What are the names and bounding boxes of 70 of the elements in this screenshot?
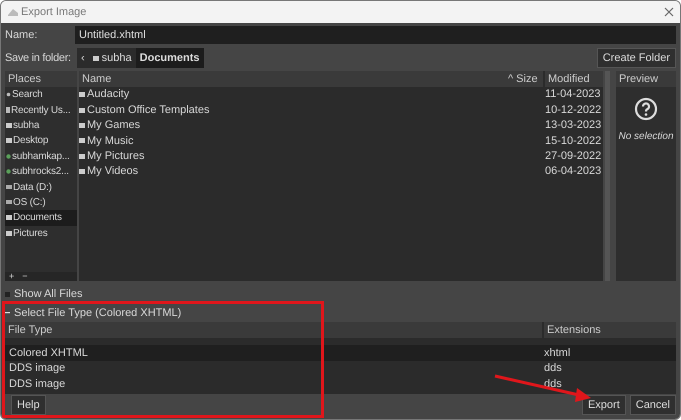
column-header: Places xyxy=(5,71,77,87)
place-item[interactable]: OS (C:) xyxy=(5,194,77,210)
network-icon xyxy=(6,154,11,159)
folder-icon xyxy=(6,230,12,236)
sort-indicator: ^ xyxy=(508,72,514,87)
drive-icon xyxy=(6,185,12,190)
date-cell-text: 06-04-2023 xyxy=(545,164,602,180)
folder-icon xyxy=(6,122,12,128)
date-cell-text: 27-09-2022 xyxy=(545,149,602,164)
date-cell-text: 10-12-2022 xyxy=(545,102,602,118)
export-button[interactable]: Export xyxy=(582,395,626,415)
place-item[interactable]: subha xyxy=(5,118,77,134)
place-item[interactable]: subhrocks2... xyxy=(5,164,77,180)
app-icon xyxy=(7,7,19,17)
file-row[interactable]: My Music xyxy=(79,132,541,150)
file-row[interactable]: My Videos xyxy=(79,163,541,180)
network-icon xyxy=(6,169,11,174)
folder-icon xyxy=(79,138,85,144)
path-button[interactable]: Documents xyxy=(136,48,204,68)
search-icon xyxy=(6,92,11,98)
file-row[interactable]: Custom Office Templates xyxy=(79,102,541,118)
preview-message: No selection xyxy=(618,130,674,144)
close-icon xyxy=(664,7,674,17)
folder-icon xyxy=(79,108,85,113)
place-item[interactable]: Pictures xyxy=(5,226,77,241)
field-label: Save in folder: xyxy=(5,50,72,66)
remove-button[interactable]: − xyxy=(22,270,28,284)
path-button[interactable]: subha xyxy=(88,48,136,68)
folder-icon xyxy=(6,138,12,144)
folder-icon xyxy=(79,122,85,128)
cancel-button[interactable]: Cancel xyxy=(630,395,676,415)
expander[interactable]: Select File Type (Colored XHTML) xyxy=(5,304,676,321)
column-header[interactable]: File Type xyxy=(5,322,542,338)
collapse-icon xyxy=(5,310,10,316)
show-all-checkbox[interactable]: Show All Files xyxy=(5,286,676,302)
place-item[interactable]: Search xyxy=(5,87,77,102)
date-cell-text: 13-03-2023 xyxy=(545,118,602,134)
folder-icon xyxy=(79,92,85,98)
place-item[interactable]: Desktop xyxy=(5,133,77,149)
file-type-row[interactable]: DDS image dds xyxy=(5,360,676,376)
place-item[interactable]: Documents xyxy=(5,210,77,226)
file-type-row[interactable]: Colored XHTML xhtml xyxy=(5,345,676,360)
name-field[interactable]: Untitled.xhtml xyxy=(75,26,676,44)
back-button[interactable]: ‹ xyxy=(77,48,89,68)
folder-icon xyxy=(79,169,85,174)
column-header[interactable]: Name xyxy=(79,71,505,87)
place-item[interactable]: Data (D:) xyxy=(5,179,77,195)
file-row[interactable]: My Pictures xyxy=(79,148,541,165)
place-item[interactable]: Recently Us... xyxy=(5,102,77,118)
question-icon xyxy=(634,97,658,121)
place-item[interactable]: subhamkap... xyxy=(5,148,77,164)
column-header[interactable]: Extensions xyxy=(544,322,676,338)
column-title: Size xyxy=(516,72,538,87)
folder-icon xyxy=(6,215,12,220)
folder-icon xyxy=(79,154,85,159)
create-folder-button[interactable]: Create Folder xyxy=(596,48,676,68)
column-header[interactable]: ^ Size xyxy=(505,71,543,87)
panel-heading: Preview xyxy=(616,71,676,87)
window-title: Export Image xyxy=(21,4,86,20)
file-row[interactable]: Audacity xyxy=(79,86,541,103)
document-icon xyxy=(6,107,10,114)
column-header[interactable]: Modified xyxy=(545,71,603,87)
file-type-row[interactable]: DDS image dds xyxy=(5,376,676,392)
file-row[interactable]: My Games xyxy=(79,117,541,134)
date-cell-text: 11-04-2023 xyxy=(545,87,602,102)
field-label: Name: xyxy=(5,28,38,43)
help-button[interactable]: Help xyxy=(11,395,46,415)
add-button[interactable]: + xyxy=(9,270,14,284)
date-cell-text: 15-10-2022 xyxy=(545,134,602,149)
drive-icon xyxy=(6,200,12,204)
